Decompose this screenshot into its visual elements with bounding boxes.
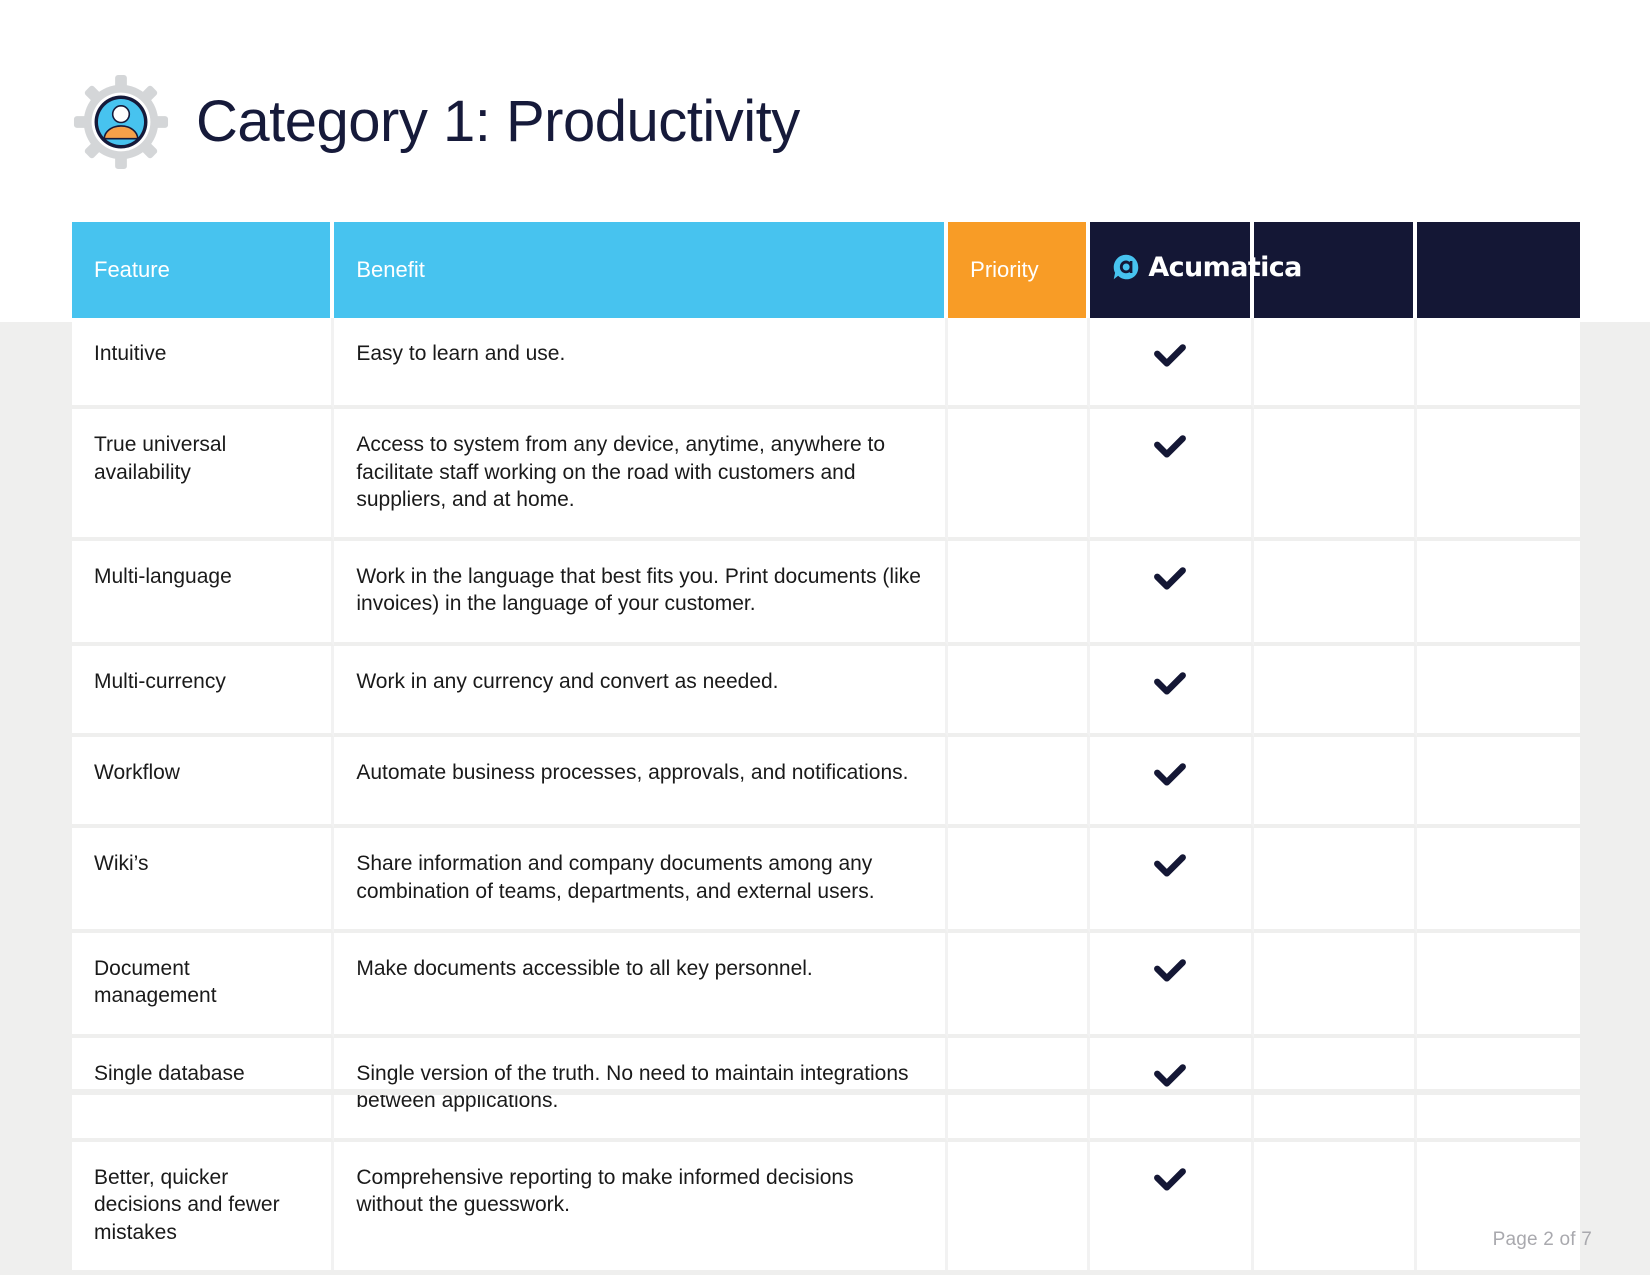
cell-vendor1[interactable]: [1090, 318, 1254, 410]
cell-vendor1[interactable]: [1090, 737, 1254, 829]
acumatica-logo: Acumatica: [1112, 251, 1302, 283]
table-row: Document management Make documents access…: [72, 932, 1580, 1038]
cell-priority[interactable]: [948, 828, 1091, 933]
cell-vendor3[interactable]: [1416, 409, 1580, 542]
user-gear-icon: [72, 73, 170, 171]
slide-sheet: Category 1: Productivity Feature Benefit…: [0, 0, 1650, 1275]
table-row: Workflow Automate business processes, app…: [72, 737, 1580, 829]
cell-feature: True universal availability: [72, 409, 335, 542]
table-row: True universal availability Access to sys…: [72, 409, 1580, 542]
page-header: Category 1: Productivity: [72, 62, 800, 182]
cell-vendor3[interactable]: [1416, 645, 1580, 738]
cell-feature: Workflow: [72, 737, 335, 829]
cell-vendor3[interactable]: [1416, 828, 1580, 933]
cell-benefit: Work in the language that best fits you.…: [334, 541, 949, 646]
cell-vendor3[interactable]: [1416, 541, 1580, 646]
cell-feature: Document management: [72, 932, 335, 1038]
cell-priority[interactable]: [948, 1142, 1091, 1271]
table-header-row: Feature Benefit Priority Acumatica: [72, 222, 1580, 318]
column-header-acumatica: Acumatica: [1090, 222, 1302, 318]
checkmark-icon: [1153, 759, 1187, 793]
page-number-footer: Page 2 of 7: [1492, 1229, 1592, 1250]
cell-vendor2[interactable]: [1253, 1142, 1417, 1271]
sheet-bottom-edge: [0, 1089, 1650, 1095]
cell-benefit: Access to system from any device, anytim…: [334, 409, 949, 542]
page-title: Category 1: Productivity: [196, 88, 800, 154]
cell-feature: Better, quicker decisions and fewer mist…: [72, 1142, 335, 1271]
cell-feature: Intuitive: [72, 318, 335, 410]
cell-vendor1[interactable]: [1090, 409, 1254, 542]
cell-vendor1[interactable]: [1090, 645, 1254, 738]
column-header-priority: Priority: [948, 222, 1091, 318]
checkmark-icon: [1153, 955, 1187, 989]
checkmark-icon: [1153, 1164, 1187, 1198]
cell-vendor2[interactable]: [1253, 828, 1417, 933]
cell-vendor1[interactable]: [1090, 541, 1254, 646]
acumatica-wordmark: Acumatica: [1148, 251, 1302, 283]
table-row: Better, quicker decisions and fewer mist…: [72, 1142, 1580, 1271]
cell-benefit: Easy to learn and use.: [334, 318, 949, 410]
cell-vendor2[interactable]: [1253, 932, 1417, 1038]
acumatica-mark-icon: [1112, 253, 1140, 281]
table-row: Intuitive Easy to learn and use.: [72, 318, 1580, 410]
cell-priority[interactable]: [948, 409, 1091, 542]
checkmark-icon: [1153, 850, 1187, 884]
table-row: Wiki’s Share information and company docu…: [72, 828, 1580, 933]
cell-benefit: Make documents accessible to all key per…: [334, 932, 949, 1038]
cell-priority[interactable]: [948, 645, 1091, 738]
table-row: Multi-currency Work in any currency and c…: [72, 645, 1580, 738]
cell-vendor2[interactable]: [1253, 409, 1417, 542]
table-body: Intuitive Easy to learn and use. True univ…: [72, 318, 1580, 1271]
cell-vendor3[interactable]: [1416, 318, 1580, 410]
cell-vendor2[interactable]: [1253, 318, 1417, 410]
column-header-feature: Feature: [72, 222, 335, 318]
cell-benefit: Comprehensive reporting to make informed…: [334, 1142, 949, 1271]
cell-priority[interactable]: [948, 737, 1091, 829]
comparison-table: Feature Benefit Priority Acumatica Intui…: [72, 222, 1580, 1271]
cell-feature: Multi-currency: [72, 645, 335, 738]
cell-vendor1[interactable]: [1090, 828, 1254, 933]
checkmark-icon: [1153, 340, 1187, 374]
checkmark-icon: [1153, 563, 1187, 597]
cell-feature: Wiki’s: [72, 828, 335, 933]
column-header-vendor3: [1416, 222, 1580, 318]
cell-vendor3[interactable]: [1416, 737, 1580, 829]
checkmark-icon: [1153, 431, 1187, 465]
column-header-benefit: Benefit: [334, 222, 949, 318]
cell-benefit: Automate business processes, approvals, …: [334, 737, 949, 829]
cell-vendor3[interactable]: [1416, 932, 1580, 1038]
cell-vendor2[interactable]: [1253, 541, 1417, 646]
cell-vendor2[interactable]: [1253, 737, 1417, 829]
cell-priority[interactable]: [948, 541, 1091, 646]
cell-vendor1[interactable]: [1090, 1142, 1254, 1271]
cell-vendor2[interactable]: [1253, 645, 1417, 738]
cell-benefit: Share information and company documents …: [334, 828, 949, 933]
cell-priority[interactable]: [948, 318, 1091, 410]
cell-feature: Multi-language: [72, 541, 335, 646]
cell-vendor1[interactable]: [1090, 932, 1254, 1038]
table-row: Multi-language Work in the language that …: [72, 541, 1580, 646]
checkmark-icon: [1153, 668, 1187, 702]
cell-benefit: Work in any currency and convert as need…: [334, 645, 949, 738]
cell-priority[interactable]: [948, 932, 1091, 1038]
